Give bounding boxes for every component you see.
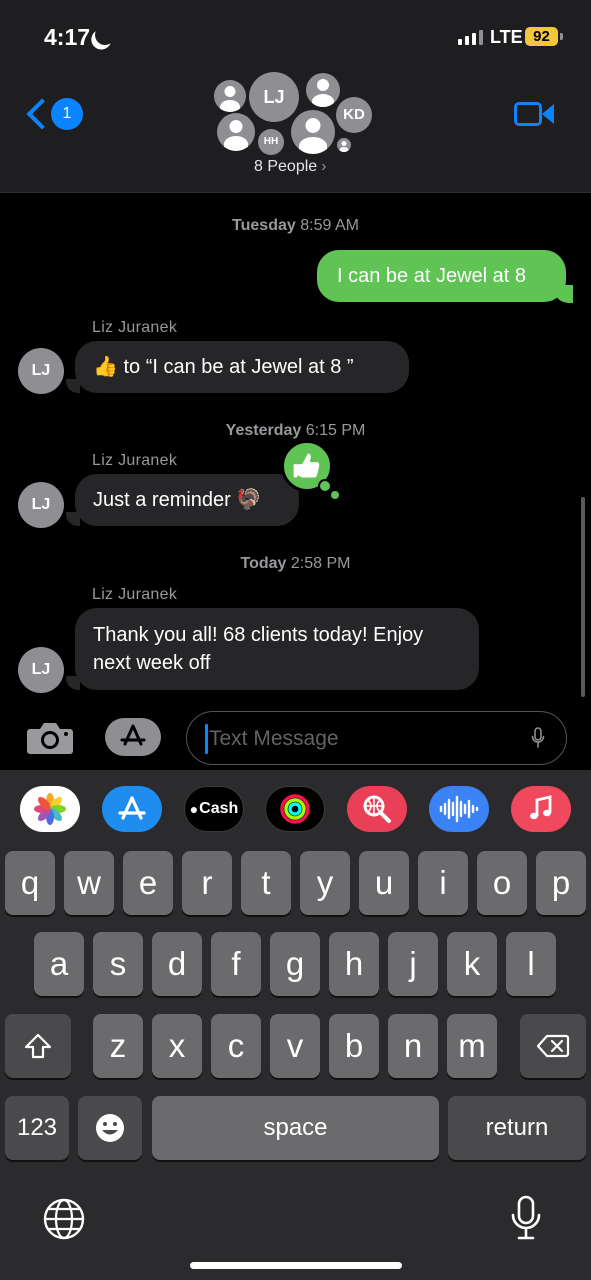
key-s[interactable]: s	[93, 932, 143, 996]
chevron-right-icon: ›	[321, 158, 327, 175]
globe-icon	[43, 1198, 85, 1240]
sender-name: Liz Juranek	[92, 586, 178, 603]
conversation-header: 4:17 LTE 92 1 LJ KD HH 8 People ›	[0, 0, 591, 193]
group-avatar[interactable]	[217, 113, 255, 151]
incoming-message[interactable]: Just a reminder 🦃	[75, 474, 299, 526]
group-avatar[interactable]	[337, 138, 351, 152]
thumbs-up-icon: 👍	[93, 356, 118, 378]
sender-name: Liz Juranek	[92, 319, 178, 336]
key-h[interactable]: h	[329, 932, 379, 996]
text-caret	[205, 724, 208, 754]
key-b[interactable]: b	[329, 1014, 379, 1078]
camera-button[interactable]	[26, 721, 74, 755]
apps-button[interactable]	[105, 718, 161, 756]
key-c[interactable]: c	[211, 1014, 261, 1078]
message-input[interactable]: Text Message	[186, 711, 567, 765]
emoji-face-icon	[96, 1114, 124, 1142]
facetime-video-button[interactable]	[514, 100, 556, 128]
key-m[interactable]: m	[447, 1014, 497, 1078]
cellular-signal-icon	[458, 29, 483, 45]
key-v[interactable]: v	[270, 1014, 320, 1078]
key-i[interactable]: i	[418, 851, 468, 915]
timestamp: Yesterday 6:15 PM	[225, 422, 366, 439]
key-a[interactable]: a	[34, 932, 84, 996]
camera-icon	[27, 723, 73, 754]
app-store-icon	[120, 724, 146, 746]
key-l[interactable]: l	[506, 932, 556, 996]
key-j[interactable]: j	[388, 932, 438, 996]
numbers-key[interactable]: 123	[5, 1096, 69, 1160]
video-camera-icon	[514, 102, 542, 126]
key-y[interactable]: y	[300, 851, 350, 915]
audio-message-icon[interactable]	[429, 786, 489, 832]
delete-key[interactable]	[520, 1014, 586, 1078]
bubble-tail	[66, 676, 80, 690]
focus-moon-icon	[92, 22, 118, 48]
key-r[interactable]: r	[182, 851, 232, 915]
turkey-emoji: 🦃	[236, 489, 262, 511]
key-x[interactable]: x	[152, 1014, 202, 1078]
timestamp: Today 2:58 PM	[240, 555, 351, 572]
sender-avatar[interactable]: LJ	[18, 482, 64, 528]
key-z[interactable]: z	[93, 1014, 143, 1078]
status-time: 4:17	[44, 24, 91, 50]
key-f[interactable]: f	[211, 932, 261, 996]
outgoing-message[interactable]: I can be at Jewel at 8	[317, 250, 566, 302]
group-avatar[interactable]	[291, 110, 335, 154]
sender-avatar[interactable]: LJ	[18, 647, 64, 693]
sender-avatar[interactable]: LJ	[18, 348, 64, 394]
message-placeholder: Text Message	[209, 727, 339, 750]
key-k[interactable]: k	[447, 932, 497, 996]
home-indicator[interactable]	[190, 1262, 402, 1269]
sender-name: Liz Juranek	[92, 452, 178, 469]
back-button[interactable]: 1	[22, 94, 83, 134]
group-avatar[interactable]	[306, 73, 340, 107]
scrollbar[interactable]	[581, 497, 585, 697]
bubble-tail	[66, 512, 80, 526]
key-w[interactable]: w	[64, 851, 114, 915]
music-icon[interactable]	[511, 786, 571, 832]
microphone-icon	[511, 1195, 541, 1240]
dictation-mic-icon[interactable]	[531, 727, 545, 749]
participants-label[interactable]: 8 People ›	[254, 158, 327, 176]
space-key[interactable]: space	[152, 1096, 439, 1160]
key-d[interactable]: d	[152, 932, 202, 996]
shift-arrow-icon	[24, 1033, 52, 1059]
dictation-key[interactable]	[510, 1195, 542, 1241]
unread-badge: 1	[51, 98, 83, 130]
timestamp: Tuesday 8:59 AM	[232, 217, 359, 234]
key-p[interactable]: p	[536, 851, 586, 915]
network-type: LTE	[490, 27, 523, 47]
backspace-icon	[536, 1034, 570, 1058]
key-n[interactable]: n	[388, 1014, 438, 1078]
battery-level: 92	[525, 27, 558, 46]
apple-cash-icon[interactable]: ● Cash	[184, 786, 244, 832]
incoming-message[interactable]: Thank you all! 68 clients today! Enjoy n…	[75, 608, 479, 690]
key-e[interactable]: e	[123, 851, 173, 915]
incoming-message[interactable]: 👍 to “I can be at Jewel at 8 ”	[75, 341, 409, 393]
return-key[interactable]: return	[448, 1096, 586, 1160]
key-u[interactable]: u	[359, 851, 409, 915]
photos-app-icon[interactable]	[20, 786, 80, 832]
battery-tip	[560, 33, 563, 40]
group-avatar-lj[interactable]: LJ	[249, 72, 299, 122]
fitness-icon[interactable]	[265, 786, 325, 832]
key-g[interactable]: g	[270, 932, 320, 996]
globe-key[interactable]	[42, 1197, 86, 1241]
key-t[interactable]: t	[241, 851, 291, 915]
bubble-tail	[66, 379, 80, 393]
key-o[interactable]: o	[477, 851, 527, 915]
group-avatar-hh[interactable]: HH	[258, 129, 284, 155]
image-search-icon[interactable]	[347, 786, 407, 832]
key-q[interactable]: q	[5, 851, 55, 915]
emoji-key[interactable]	[78, 1096, 142, 1160]
app-store-icon[interactable]	[102, 786, 162, 832]
group-avatar[interactable]	[214, 80, 246, 112]
bubble-tail	[553, 285, 573, 303]
group-avatar-kd[interactable]: KD	[336, 97, 372, 133]
shift-key[interactable]	[5, 1014, 71, 1078]
